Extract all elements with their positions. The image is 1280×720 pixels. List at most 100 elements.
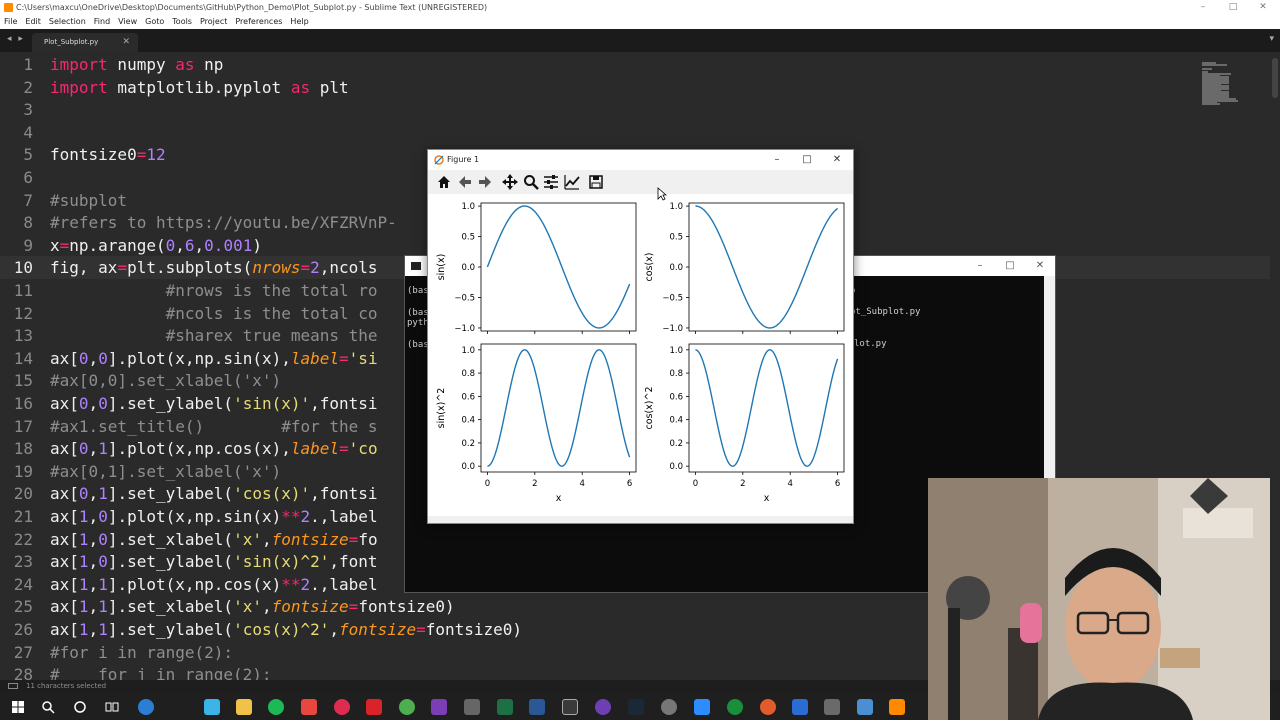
sublime-taskbar-icon[interactable] bbox=[889, 699, 905, 715]
tab-close-icon[interactable]: ✕ bbox=[122, 33, 130, 52]
console-minimize-button[interactable]: – bbox=[965, 256, 995, 276]
code-line[interactable]: #ax[0,0].set_xlabel('x') bbox=[50, 370, 281, 393]
code-line[interactable]: ax[1,1].set_ylabel('cos(x)^2',fontsize=f… bbox=[50, 619, 522, 642]
steam-icon[interactable] bbox=[628, 699, 644, 715]
app-icon[interactable] bbox=[824, 699, 840, 715]
code-line[interactable]: ax[1,0].set_ylabel('sin(x)^2',font bbox=[50, 551, 378, 574]
close-button[interactable]: ✕ bbox=[1248, 0, 1278, 15]
console-maximize-button[interactable]: □ bbox=[995, 256, 1025, 276]
excel-icon[interactable] bbox=[497, 699, 513, 715]
plot-area[interactable]: 1.0 0.5 0.0 −0.5 −1.0 sin(x) 1.0 0.5 0.0 −0.5 −1.0… bbox=[428, 194, 853, 518]
code-line[interactable]: import matplotlib.pyplot as plt bbox=[50, 77, 349, 100]
code-line[interactable]: fontsize0=12 bbox=[50, 144, 166, 167]
figure-window[interactable]: Figure 1 – □ ✕ 1.0 0.5 0.0 −0.5 −1.0 sin(x) 1.… bbox=[427, 149, 854, 524]
word-icon[interactable] bbox=[529, 699, 545, 715]
code-line[interactable]: x=np.arange(0,6,0.001) bbox=[50, 235, 262, 258]
app-icon[interactable] bbox=[464, 699, 480, 715]
code-line[interactable]: import numpy as np bbox=[50, 54, 223, 77]
editor-scrollbar[interactable] bbox=[1270, 52, 1280, 680]
menu-selection[interactable]: Selection bbox=[49, 15, 86, 29]
subplot-1[interactable]: 1.0 0.5 0.0 −0.5 −1.0 cos(x) bbox=[644, 202, 845, 334]
app-icon[interactable] bbox=[727, 699, 743, 715]
maximize-button[interactable]: □ bbox=[1218, 0, 1248, 15]
figure-maximize-button[interactable]: □ bbox=[792, 150, 822, 170]
menu-find[interactable]: Find bbox=[94, 15, 110, 29]
zoom-app-icon[interactable] bbox=[694, 699, 710, 715]
code-line[interactable]: ax[0,0].plot(x,np.sin(x),label='si bbox=[50, 348, 378, 371]
terminal-icon[interactable] bbox=[562, 699, 578, 715]
windows-start-icon[interactable] bbox=[10, 699, 26, 715]
menu-goto[interactable]: Goto bbox=[145, 15, 164, 29]
code-line[interactable]: #subplot bbox=[50, 190, 127, 213]
edge-icon[interactable] bbox=[138, 699, 154, 715]
code-line[interactable]: #ax[0,1].set_xlabel('x') bbox=[50, 461, 281, 484]
code-line[interactable]: fig, ax=plt.subplots(nrows=2,ncols bbox=[50, 257, 378, 280]
menu-tools[interactable]: Tools bbox=[172, 15, 192, 29]
configure-subplots-icon[interactable] bbox=[542, 173, 560, 191]
chrome-icon[interactable] bbox=[399, 699, 415, 715]
menu-edit[interactable]: Edit bbox=[25, 15, 41, 29]
console-close-button[interactable]: ✕ bbox=[1025, 256, 1055, 276]
app-icon[interactable] bbox=[760, 699, 776, 715]
subplots-canvas[interactable]: 1.0 0.5 0.0 −0.5 −1.0 sin(x) 1.0 0.5 0.0 −0.5 −1.0… bbox=[428, 194, 853, 518]
code-line[interactable]: ax[0,1].set_ylabel('cos(x)',fontsi bbox=[50, 483, 378, 506]
app-icon[interactable] bbox=[792, 699, 808, 715]
code-line[interactable]: ax[1,1].set_xlabel('x',fontsize=fontsize… bbox=[50, 596, 455, 619]
tab-dropdown-icon[interactable]: ▾ bbox=[1269, 34, 1274, 44]
back-icon[interactable] bbox=[456, 173, 474, 191]
menu-file[interactable]: File bbox=[4, 15, 17, 29]
app-icon[interactable] bbox=[661, 699, 677, 715]
code-line[interactable]: #refers to https://youtu.be/XFZRVnP- bbox=[50, 212, 397, 235]
app-icon[interactable] bbox=[334, 699, 350, 715]
code-line[interactable]: ax[0,1].plot(x,np.cos(x),label='co bbox=[50, 438, 378, 461]
line-number: 12 bbox=[13, 303, 33, 323]
home-icon[interactable] bbox=[435, 173, 453, 191]
panel-toggle-icon[interactable] bbox=[8, 683, 18, 689]
task-view-icon[interactable] bbox=[104, 699, 120, 715]
save-icon[interactable] bbox=[587, 173, 605, 191]
forward-icon[interactable] bbox=[476, 173, 494, 191]
tab-plot-subplot[interactable]: Plot_Subplot.py ✕ bbox=[32, 33, 138, 52]
x-tick-label: 2 bbox=[532, 479, 537, 489]
code-line[interactable]: #sharex true means the bbox=[50, 325, 378, 348]
line-number: 25 bbox=[13, 597, 33, 617]
subplot-2[interactable]: 1.0 0.8 0.6 0.4 0.2 0.0 0 2 4 6 sin(x)^2 x bbox=[436, 343, 637, 504]
spotify-icon[interactable] bbox=[268, 699, 284, 715]
y-tick-label: 0.0 bbox=[669, 462, 683, 472]
minimap[interactable] bbox=[1198, 52, 1240, 105]
code-line[interactable]: ax[1,0].plot(x,np.sin(x)**2.,label bbox=[50, 506, 378, 529]
menu-view[interactable]: View bbox=[118, 15, 137, 29]
app-icon[interactable] bbox=[595, 699, 611, 715]
app-icon[interactable] bbox=[366, 699, 382, 715]
code-line[interactable]: #ncols is the total co bbox=[50, 303, 378, 326]
code-line[interactable]: ax[1,0].set_xlabel('x',fontsize=fo bbox=[50, 529, 378, 552]
app-icon[interactable] bbox=[204, 699, 220, 715]
tab-nav-arrows[interactable]: ◂ ▸ bbox=[7, 34, 25, 44]
zoom-icon[interactable] bbox=[522, 173, 540, 191]
menu-preferences[interactable]: Preferences bbox=[235, 15, 282, 29]
code-line[interactable]: ax[1,1].plot(x,np.cos(x)**2.,label bbox=[50, 574, 378, 597]
scrollbar-thumb[interactable] bbox=[1272, 58, 1278, 98]
search-icon[interactable] bbox=[40, 699, 56, 715]
y-tick-label: 0.5 bbox=[669, 233, 683, 243]
subplot-3[interactable]: 1.0 0.8 0.6 0.4 0.2 0.0 0 2 4 6 cos(x)^2 x bbox=[644, 343, 845, 504]
menu-project[interactable]: Project bbox=[200, 15, 227, 29]
onenote-icon[interactable] bbox=[431, 699, 447, 715]
figure-close-button[interactable]: ✕ bbox=[822, 150, 852, 170]
pan-icon[interactable] bbox=[501, 173, 519, 191]
y-tick-label: 0.8 bbox=[669, 369, 683, 379]
line-number: 18 bbox=[13, 439, 33, 459]
figure-minimize-button[interactable]: – bbox=[762, 150, 792, 170]
subplot-0[interactable]: 1.0 0.5 0.0 −0.5 −1.0 sin(x) bbox=[436, 202, 637, 334]
file-explorer-icon[interactable] bbox=[236, 699, 252, 715]
menu-help[interactable]: Help bbox=[290, 15, 308, 29]
code-line[interactable]: ax[0,0].set_ylabel('sin(x)',fontsi bbox=[50, 393, 378, 416]
code-line[interactable]: #nrows is the total ro bbox=[50, 280, 378, 303]
app-icon[interactable] bbox=[301, 699, 317, 715]
edit-axes-icon[interactable] bbox=[563, 173, 581, 191]
code-line[interactable]: #for i in range(2): bbox=[50, 642, 233, 665]
app-icon[interactable] bbox=[857, 699, 873, 715]
cortana-icon[interactable] bbox=[72, 699, 88, 715]
minimize-button[interactable]: – bbox=[1188, 0, 1218, 15]
code-line[interactable]: #ax1.set_title() #for the s bbox=[50, 416, 378, 439]
